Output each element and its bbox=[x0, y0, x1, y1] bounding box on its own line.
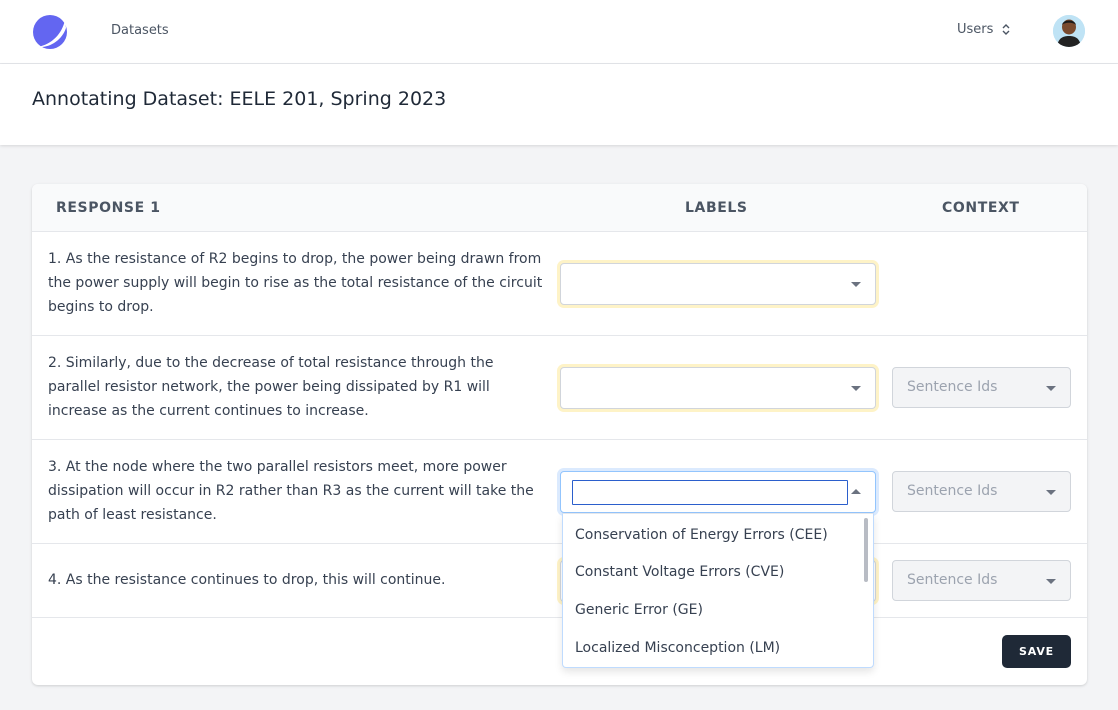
logo-icon[interactable] bbox=[32, 14, 68, 50]
chevron-up-down-icon bbox=[1002, 24, 1010, 35]
context-select-placeholder: Sentence Ids bbox=[907, 572, 998, 588]
labels-select[interactable] bbox=[560, 367, 876, 409]
nav-link-datasets[interactable]: Datasets bbox=[111, 23, 169, 38]
caret-down-icon bbox=[1046, 490, 1056, 495]
sentence-text: 4. As the resistance continues to drop, … bbox=[48, 572, 446, 588]
sentence-text: 1. As the resistance of R2 begins to dro… bbox=[48, 251, 543, 315]
labels-dropdown-menu: Conservation of Energy Errors (CEE) Cons… bbox=[562, 513, 874, 668]
caret-up-icon bbox=[851, 489, 861, 494]
dropdown-option[interactable]: Constant Voltage Errors (CVE) bbox=[563, 553, 863, 591]
caret-down-icon bbox=[851, 282, 861, 287]
annotation-table-card: RESPONSE 1 LABELS CONTEXT 1. As the resi… bbox=[32, 184, 1087, 685]
page-title: Annotating Dataset: EELE 201, Spring 202… bbox=[32, 88, 447, 110]
table-row: 4. As the resistance continues to drop, … bbox=[32, 544, 1087, 618]
caret-down-icon bbox=[1046, 386, 1056, 391]
save-button[interactable]: SAVE bbox=[1002, 635, 1071, 668]
page-header: Annotating Dataset: EELE 201, Spring 202… bbox=[0, 64, 1118, 145]
caret-down-icon bbox=[1046, 579, 1056, 584]
context-select-placeholder: Sentence Ids bbox=[907, 379, 998, 395]
context-sentence-ids-select[interactable]: Sentence Ids bbox=[892, 560, 1071, 601]
dropdown-option[interactable]: Generic Error (GE) bbox=[563, 591, 863, 629]
users-menu[interactable]: Users bbox=[957, 22, 1010, 37]
labels-select[interactable] bbox=[560, 263, 876, 305]
users-menu-label: Users bbox=[957, 22, 994, 37]
labels-select-open[interactable] bbox=[560, 471, 876, 513]
labels-search-input[interactable] bbox=[572, 480, 848, 505]
context-select-placeholder: Sentence Ids bbox=[907, 483, 998, 499]
context-sentence-ids-select[interactable]: Sentence Ids bbox=[892, 367, 1071, 408]
dropdown-scrollbar[interactable] bbox=[864, 518, 868, 582]
top-navigation-bar: Datasets Users bbox=[0, 0, 1118, 64]
table-header: RESPONSE 1 LABELS CONTEXT bbox=[32, 184, 1087, 232]
column-header-response: RESPONSE 1 bbox=[56, 200, 161, 216]
dropdown-option[interactable]: Conservation of Energy Errors (CEE) bbox=[563, 516, 863, 554]
sentence-text: 2. Similarly, due to the decrease of tot… bbox=[48, 355, 494, 419]
avatar[interactable] bbox=[1053, 15, 1085, 47]
column-header-labels: LABELS bbox=[685, 200, 748, 216]
column-header-context: CONTEXT bbox=[942, 200, 1020, 216]
dropdown-option[interactable]: Localized Misconception (LM) bbox=[563, 629, 863, 667]
caret-down-icon bbox=[851, 386, 861, 391]
table-row: 2. Similarly, due to the decrease of tot… bbox=[32, 336, 1087, 440]
sentence-text: 3. At the node where the two parallel re… bbox=[48, 459, 534, 523]
table-row: 1. As the resistance of R2 begins to dro… bbox=[32, 232, 1087, 336]
table-row: 3. At the node where the two parallel re… bbox=[32, 440, 1087, 544]
context-sentence-ids-select[interactable]: Sentence Ids bbox=[892, 471, 1071, 512]
